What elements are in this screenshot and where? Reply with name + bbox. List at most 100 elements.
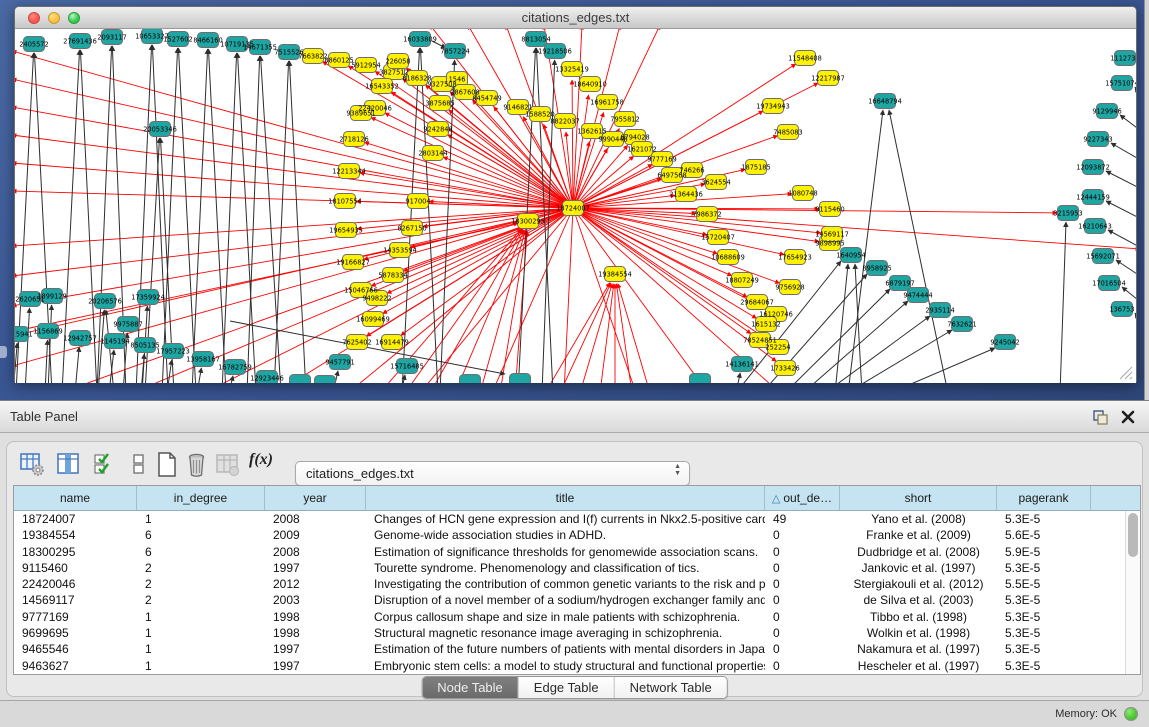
table-body: 1872400712008Changes of HCN gene express… xyxy=(14,511,1140,674)
table-row[interactable]: 1456911722003Disruption of a novel membe… xyxy=(14,592,1140,608)
cell-short: Tibbo et al. (1998) xyxy=(840,609,997,625)
svg-text:15692071: 15692071 xyxy=(1086,252,1120,260)
svg-text:9975887: 9975887 xyxy=(113,320,142,328)
show-columns-icon[interactable] xyxy=(55,451,82,478)
cell-short: Yano et al. (2008) xyxy=(840,511,997,527)
column-header-in_degree[interactable]: in_degree xyxy=(137,486,265,510)
graph-node[interactable] xyxy=(510,374,531,384)
unselect-all-icon[interactable] xyxy=(125,451,152,478)
select-all-icon[interactable] xyxy=(91,451,118,478)
svg-text:7632621: 7632621 xyxy=(947,320,976,328)
cell-short: Nakamura et al. (1997) xyxy=(840,641,997,657)
svg-text:8466160: 8466160 xyxy=(193,36,222,44)
panel-divider-handle[interactable] xyxy=(0,346,7,358)
svg-text:1733426: 1733426 xyxy=(770,364,799,372)
svg-text:2803144: 2803144 xyxy=(418,149,447,157)
svg-text:3624554: 3624554 xyxy=(701,178,730,186)
network-window-titlebar[interactable]: citations_edges.txt xyxy=(15,7,1136,29)
table-mode-icon[interactable] xyxy=(19,451,46,478)
function-builder-icon[interactable]: f(x) xyxy=(249,451,276,478)
close-icon[interactable] xyxy=(1120,409,1136,425)
column-header-pagerank[interactable]: pagerank xyxy=(997,486,1091,510)
graph-node[interactable] xyxy=(460,375,481,384)
cell-name: 9699695 xyxy=(14,625,137,641)
table-selector-dropdown[interactable]: citations_edges.txt ▲▼ xyxy=(295,461,690,486)
network-view-window: citations_edges.txt 24055722769143620931… xyxy=(14,6,1137,383)
svg-text:18300295: 18300295 xyxy=(511,217,545,225)
table-row[interactable]: 911546021997Tourette syndrome. Phenomeno… xyxy=(14,560,1140,576)
cell-year: 2008 xyxy=(265,511,366,527)
cell-year: 1998 xyxy=(265,609,366,625)
cell-name: 9115460 xyxy=(14,560,137,576)
cell-title: Genome-wide association studies in ADHD. xyxy=(366,527,765,543)
cell-short: Franke et al. (2009) xyxy=(840,527,997,543)
graph-node[interactable] xyxy=(690,374,711,384)
cell-pagerank: 5.3E-5 xyxy=(997,658,1091,674)
table-row[interactable]: 1938455462009Genome-wide association stu… xyxy=(14,527,1140,543)
cell-title: Structural magnetic resonance image aver… xyxy=(366,625,765,641)
cell-out_degree: 0 xyxy=(765,576,840,592)
svg-text:18807249: 18807249 xyxy=(725,276,759,284)
column-header-name[interactable]: name xyxy=(14,486,137,510)
svg-text:6794028: 6794028 xyxy=(620,133,649,141)
cell-short: Wolkin et al. (1998) xyxy=(840,625,997,641)
network-canvas[interactable]: 2405572276914362093117106533271527602846… xyxy=(15,29,1136,383)
column-header-short[interactable]: short xyxy=(840,486,997,510)
svg-text:136753: 136753 xyxy=(1109,305,1134,313)
svg-text:3875685: 3875685 xyxy=(425,99,454,107)
sort-indicator-icon: △ xyxy=(772,492,780,505)
svg-text:8822037: 8822037 xyxy=(550,117,579,125)
cell-pagerank: 5.3E-5 xyxy=(997,560,1091,576)
column-header-out_degree[interactable]: △out_de… xyxy=(765,486,840,510)
table-row[interactable]: 2242004622012Investigating the contribut… xyxy=(14,576,1140,592)
svg-text:16099469: 16099469 xyxy=(356,315,390,323)
table-row[interactable]: 1872400712008Changes of HCN gene express… xyxy=(14,511,1140,527)
cell-title: Estimation of the future numbers of pati… xyxy=(366,641,765,657)
cell-name: 18724007 xyxy=(14,511,137,527)
create-column-icon[interactable] xyxy=(153,451,180,478)
tab-edge-table[interactable]: Edge Table xyxy=(519,677,615,698)
cell-year: 1997 xyxy=(265,641,366,657)
svg-text:1112734: 1112734 xyxy=(1110,54,1136,62)
column-header-title[interactable]: title xyxy=(366,486,765,510)
cell-pagerank: 5.6E-5 xyxy=(997,527,1091,543)
cell-name: 9465546 xyxy=(14,641,137,657)
canvas-resize-grip[interactable] xyxy=(1119,366,1133,380)
float-window-icon[interactable] xyxy=(1092,409,1109,426)
table-row[interactable]: 977716911998Corpus callosum shape and si… xyxy=(14,609,1140,625)
table-row[interactable]: 969969511998Structural magnetic resonanc… xyxy=(14,625,1140,641)
svg-text:8958925: 8958925 xyxy=(862,264,891,272)
svg-text:1527602: 1527602 xyxy=(163,35,192,43)
cell-pagerank: 5.3E-5 xyxy=(997,641,1091,657)
cell-title: Corpus callosum shape and size in male p… xyxy=(366,609,765,625)
svg-text:8454749: 8454749 xyxy=(472,94,501,102)
graph-node[interactable] xyxy=(315,376,336,384)
table-vertical-scrollbar[interactable] xyxy=(1125,511,1140,674)
table-header-row: namein_degreeyeartitle△out_de…shortpager… xyxy=(14,486,1140,511)
svg-text:20206576: 20206576 xyxy=(88,297,122,305)
table-row[interactable]: 946554611997Estimation of the future num… xyxy=(14,641,1140,657)
svg-text:252254: 252254 xyxy=(765,343,790,351)
cell-year: 2008 xyxy=(265,544,366,560)
svg-text:1615132: 1615132 xyxy=(751,320,780,328)
tab-network-table[interactable]: Network Table xyxy=(615,677,727,698)
column-header-year[interactable]: year xyxy=(265,486,366,510)
cell-out_degree: 0 xyxy=(765,544,840,560)
table-row[interactable]: 946362711997Embryonic stem cells: a mode… xyxy=(14,658,1140,674)
svg-text:9115460: 9115460 xyxy=(815,205,844,213)
graph-node[interactable] xyxy=(290,375,311,384)
cell-title: Estimation of significance thresholds fo… xyxy=(366,544,765,560)
svg-text:2718126: 2718126 xyxy=(339,135,368,143)
cytoscape-screen: citations_edges.txt 24055722769143620931… xyxy=(0,0,1149,727)
tab-node-table[interactable]: Node Table xyxy=(422,677,519,698)
delete-table-icon[interactable] xyxy=(214,451,241,478)
cell-name: 22420046 xyxy=(14,576,137,592)
cell-in_degree: 1 xyxy=(137,625,265,641)
delete-column-icon[interactable] xyxy=(183,451,210,478)
table-type-tabs: Node TableEdge TableNetwork Table xyxy=(421,676,728,699)
scrollbar-thumb[interactable] xyxy=(1128,513,1138,557)
svg-text:2405572: 2405572 xyxy=(19,40,48,48)
cell-year: 1997 xyxy=(265,658,366,674)
svg-text:16648794: 16648794 xyxy=(868,97,902,105)
table-row[interactable]: 1830029562008Estimation of significance … xyxy=(14,544,1140,560)
